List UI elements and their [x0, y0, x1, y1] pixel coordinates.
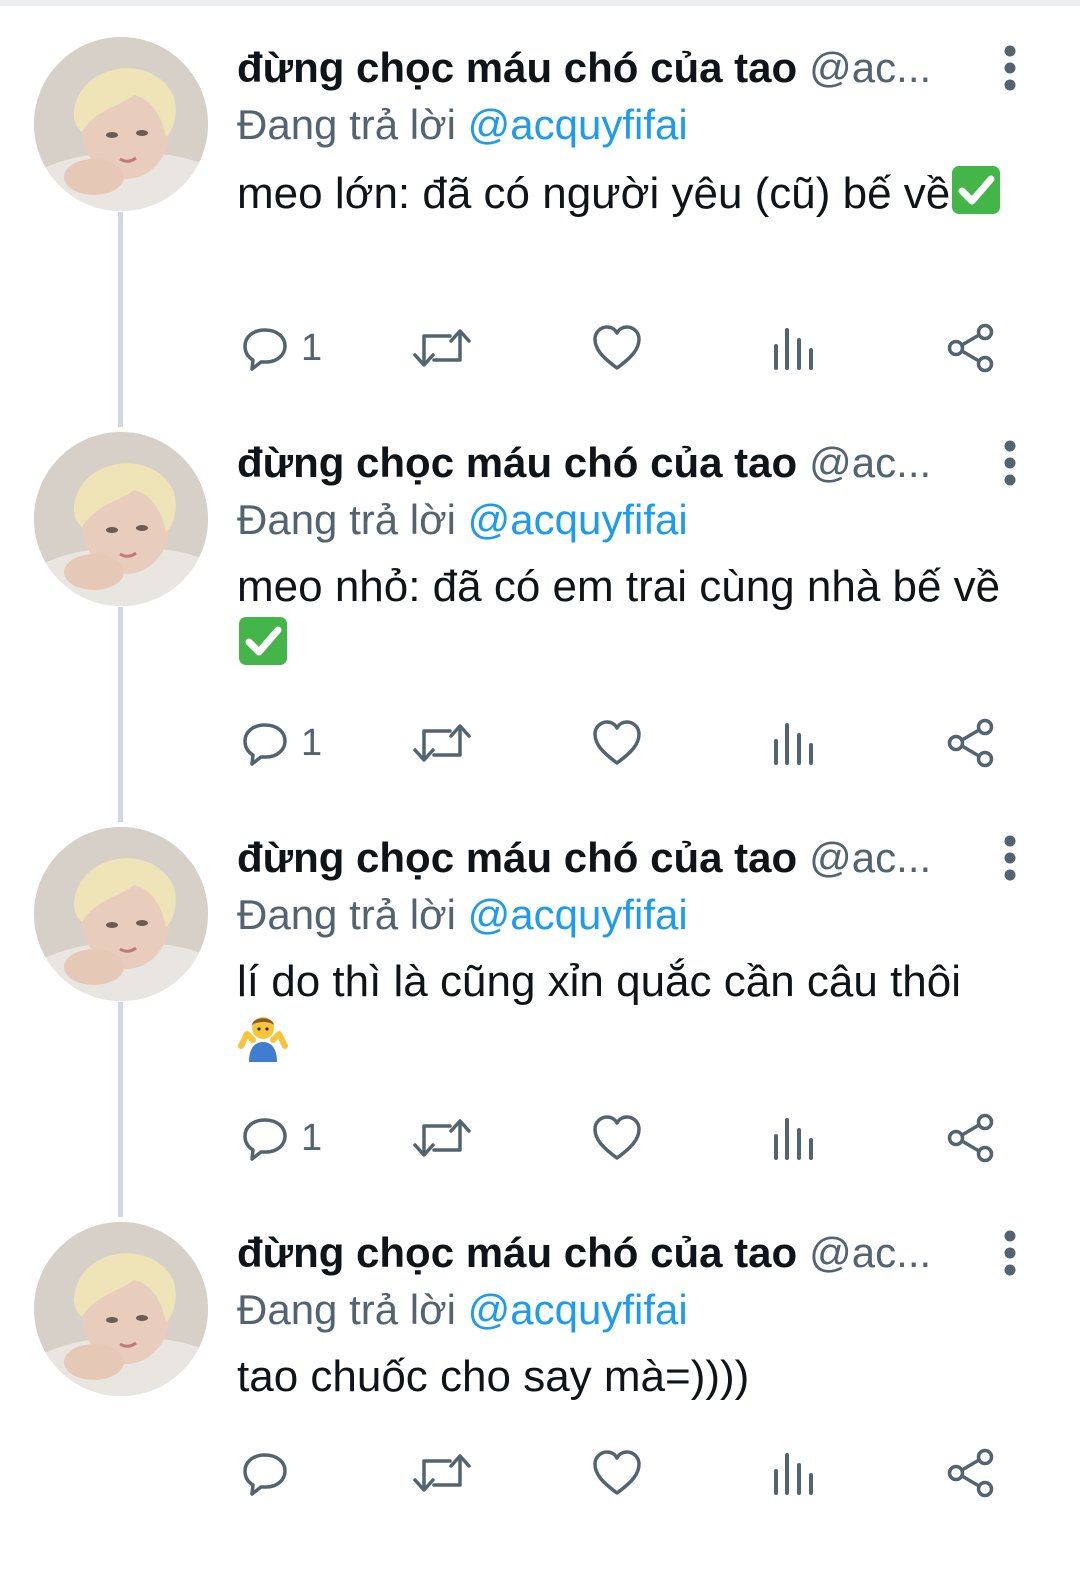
retweet-button[interactable]: [412, 713, 472, 773]
reply-button[interactable]: 1: [241, 1108, 322, 1168]
views-icon: [774, 1453, 813, 1495]
tweet-actions: 1: [237, 713, 1017, 773]
tweet-header: đừng chọc máu chó của tao @ac...: [237, 1227, 967, 1279]
tweet-header: đừng chọc máu chó của tao @ac...: [237, 832, 967, 884]
share-button[interactable]: [945, 1108, 997, 1168]
retweet-icon: [413, 1454, 471, 1492]
more-options-button[interactable]: [990, 832, 1030, 884]
avatar[interactable]: [34, 432, 208, 606]
retweet-button[interactable]: [412, 1443, 472, 1503]
reply-count: 1: [301, 326, 323, 369]
retweet-icon: [413, 329, 471, 367]
tweet[interactable]: đừng chọc máu chó của tao @ac... Đang trả…: [0, 0, 1080, 395]
user-handle[interactable]: @ac...: [809, 1229, 931, 1276]
retweet-icon: [413, 1119, 471, 1157]
display-name[interactable]: đừng chọc máu chó của tao: [237, 1229, 797, 1276]
share-button[interactable]: [945, 318, 997, 378]
avatar[interactable]: [34, 827, 208, 1001]
replying-to: Đang trả lời @acquyfifai: [237, 1285, 1017, 1335]
tweet-actions: 1: [237, 318, 1017, 378]
user-handle[interactable]: @ac...: [809, 439, 931, 486]
reply-button[interactable]: 1: [241, 318, 322, 378]
share-button[interactable]: [945, 1443, 997, 1503]
reply-count: 1: [301, 721, 323, 764]
display-name[interactable]: đừng chọc máu chó của tao: [237, 834, 797, 881]
user-handle[interactable]: @ac...: [809, 44, 931, 91]
views-button[interactable]: [772, 1443, 816, 1503]
avatar[interactable]: [34, 37, 208, 211]
check-mark-emoji: [237, 615, 289, 667]
mention-link[interactable]: @acquyfifai: [468, 496, 688, 543]
tweet-actions: 1: [237, 1108, 1017, 1168]
replying-to-label: Đang trả lời: [237, 1286, 456, 1333]
mention-link[interactable]: @acquyfifai: [468, 891, 688, 938]
more-vertical-icon: [1004, 1230, 1016, 1276]
shrug-emoji: [237, 1010, 289, 1062]
more-vertical-icon: [1004, 45, 1016, 91]
views-button[interactable]: [772, 1108, 816, 1168]
like-icon: [593, 1450, 641, 1495]
reply-icon: [243, 1118, 287, 1161]
like-button[interactable]: [592, 713, 642, 773]
display-name[interactable]: đừng chọc máu chó của tao: [237, 44, 797, 91]
replying-to-label: Đang trả lời: [237, 891, 456, 938]
more-vertical-icon: [1004, 440, 1016, 486]
like-icon: [593, 1115, 641, 1160]
avatar[interactable]: [34, 1222, 208, 1396]
reply-icon: [243, 328, 287, 371]
tweet-text: lí do thì là cũng xỉn quắc cần câu thôi: [237, 954, 1027, 1068]
mention-link[interactable]: @acquyfifai: [468, 101, 688, 148]
tweet-actions: [237, 1443, 1017, 1503]
share-button[interactable]: [945, 713, 997, 773]
reply-icon: [243, 723, 287, 766]
tweet-text: meo lớn: đã có người yêu (cũ) bế về: [237, 164, 1027, 222]
views-icon: [774, 328, 813, 370]
retweet-button[interactable]: [412, 318, 472, 378]
tweet-text-content: lí do thì là cũng xỉn quắc cần câu thôi: [237, 957, 962, 1006]
mention-link[interactable]: @acquyfifai: [468, 1286, 688, 1333]
tweet[interactable]: đừng chọc máu chó của tao @ac... Đang trả…: [0, 395, 1080, 790]
reply-count: 1: [301, 1116, 323, 1159]
tweet-text-content: meo lớn: đã có người yêu (cũ) bế về: [237, 169, 951, 218]
reply-icon: [243, 1453, 287, 1496]
share-icon: [947, 323, 994, 373]
like-icon: [593, 325, 641, 370]
share-icon: [947, 718, 994, 768]
display-name[interactable]: đừng chọc máu chó của tao: [237, 439, 797, 486]
replying-to: Đang trả lời @acquyfifai: [237, 890, 1017, 940]
like-button[interactable]: [592, 1108, 642, 1168]
reply-thread: đừng chọc máu chó của tao @ac... Đang trả…: [0, 0, 1080, 1511]
tweet-text: meo nhỏ: đã có em trai cùng nhà bế về: [237, 559, 1027, 673]
reply-button[interactable]: [241, 1443, 289, 1503]
replying-to: Đang trả lời @acquyfifai: [237, 100, 1017, 150]
tweet-header: đừng chọc máu chó của tao @ac...: [237, 437, 967, 489]
more-vertical-icon: [1004, 835, 1016, 881]
more-options-button[interactable]: [990, 42, 1030, 94]
replying-to-label: Đang trả lời: [237, 101, 456, 148]
tweet-header: đừng chọc máu chó của tao @ac...: [237, 42, 967, 94]
views-icon: [774, 1118, 813, 1160]
check-mark-emoji: [950, 164, 1002, 216]
share-icon: [947, 1113, 994, 1163]
share-icon: [947, 1448, 994, 1498]
views-icon: [774, 723, 813, 765]
retweet-button[interactable]: [412, 1108, 472, 1168]
tweet-text-content: tao chuốc cho say mà=)))): [237, 1352, 750, 1401]
tweet-text: tao chuốc cho say mà=)))): [237, 1349, 1027, 1405]
more-options-button[interactable]: [990, 437, 1030, 489]
views-button[interactable]: [772, 318, 816, 378]
views-button[interactable]: [772, 713, 816, 773]
replying-to: Đang trả lời @acquyfifai: [237, 495, 1017, 545]
retweet-icon: [413, 724, 471, 762]
like-icon: [593, 720, 641, 765]
like-button[interactable]: [592, 318, 642, 378]
more-options-button[interactable]: [990, 1227, 1030, 1279]
like-button[interactable]: [592, 1443, 642, 1503]
replying-to-label: Đang trả lời: [237, 496, 456, 543]
user-handle[interactable]: @ac...: [809, 834, 931, 881]
tweet[interactable]: đừng chọc máu chó của tao @ac... Đang trả…: [0, 1185, 1080, 1580]
tweet[interactable]: đừng chọc máu chó của tao @ac... Đang trả…: [0, 790, 1080, 1185]
reply-button[interactable]: 1: [241, 713, 322, 773]
tweet-text-content: meo nhỏ: đã có em trai cùng nhà bế về: [237, 562, 1001, 611]
